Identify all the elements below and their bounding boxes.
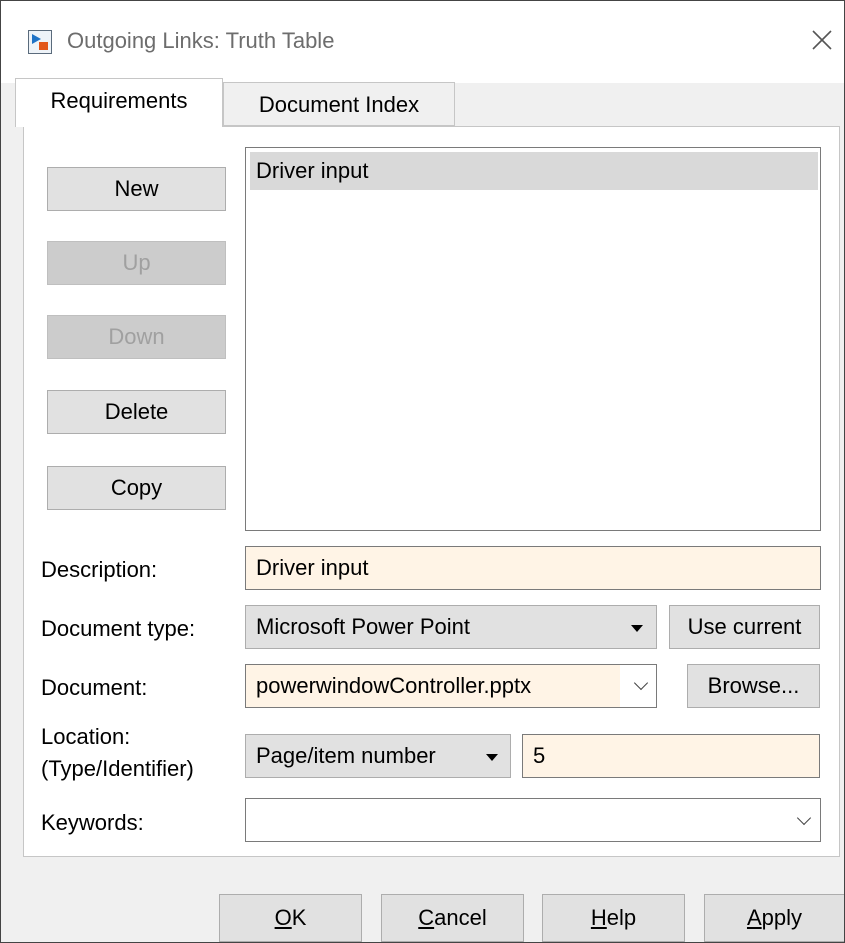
apply-mnemonic: A (746, 905, 762, 930)
simulink-model-icon (28, 30, 52, 54)
dialog-window: Outgoing Links: Truth Table Requirements… (0, 0, 845, 943)
ok-button[interactable]: OK (219, 894, 362, 942)
document-label: Document: (41, 675, 148, 700)
location-type-select[interactable]: Page/item number (245, 734, 511, 778)
cancel-button[interactable]: Cancel (381, 894, 524, 942)
dropdown-arrow-icon (631, 625, 643, 632)
document-combobox[interactable]: powerwindowController.pptx (245, 664, 657, 708)
ok-mnemonic: O (274, 905, 292, 930)
location-identifier-field[interactable]: 5 (522, 734, 820, 778)
chevron-down-icon[interactable] (796, 810, 812, 826)
document-type-value: Microsoft Power Point (256, 614, 470, 639)
ok-label: K (291, 905, 307, 930)
help-label: elp (606, 905, 637, 930)
new-button[interactable]: New (47, 167, 226, 211)
document-type-select[interactable]: Microsoft Power Point (245, 605, 657, 649)
tab-requirements[interactable]: Requirements (15, 78, 223, 127)
location-label: Location: (41, 724, 131, 749)
dropdown-arrow-icon (486, 754, 498, 761)
location-type-value: Page/item number (256, 743, 436, 768)
tab-document-index[interactable]: Document Index (223, 82, 455, 126)
down-button[interactable]: Down (47, 315, 226, 359)
tab-document-index-label: Document Index (258, 92, 420, 117)
tab-requirements-label: Requirements (50, 88, 188, 113)
copy-button[interactable]: Copy (47, 466, 226, 510)
location-sub-label: (Type/Identifier) (41, 756, 194, 781)
list-item[interactable]: Driver input (250, 152, 818, 190)
description-label: Description: (41, 557, 158, 582)
help-mnemonic: H (590, 905, 607, 930)
close-icon[interactable] (807, 25, 837, 55)
up-button[interactable]: Up (47, 241, 226, 285)
use-current-button[interactable]: Use current (669, 605, 820, 649)
description-field[interactable]: Driver input (245, 546, 821, 590)
browse-button[interactable]: Browse... (687, 664, 820, 708)
cancel-mnemonic: C (418, 905, 435, 930)
keywords-combobox[interactable] (245, 798, 821, 842)
chevron-down-icon[interactable] (633, 675, 649, 691)
apply-button[interactable]: Apply (704, 894, 844, 942)
document-value: powerwindowController.pptx (246, 665, 620, 707)
help-button[interactable]: Help (542, 894, 685, 942)
delete-button[interactable]: Delete (47, 390, 226, 434)
keywords-label: Keywords: (41, 810, 144, 835)
cancel-label: ancel (434, 905, 487, 930)
title-bar: Outgoing Links: Truth Table (1, 1, 844, 83)
document-type-label: Document type: (41, 616, 196, 641)
window-title: Outgoing Links: Truth Table (67, 28, 335, 53)
requirements-listbox[interactable]: Driver input (245, 147, 821, 531)
apply-label: pply (761, 905, 803, 930)
